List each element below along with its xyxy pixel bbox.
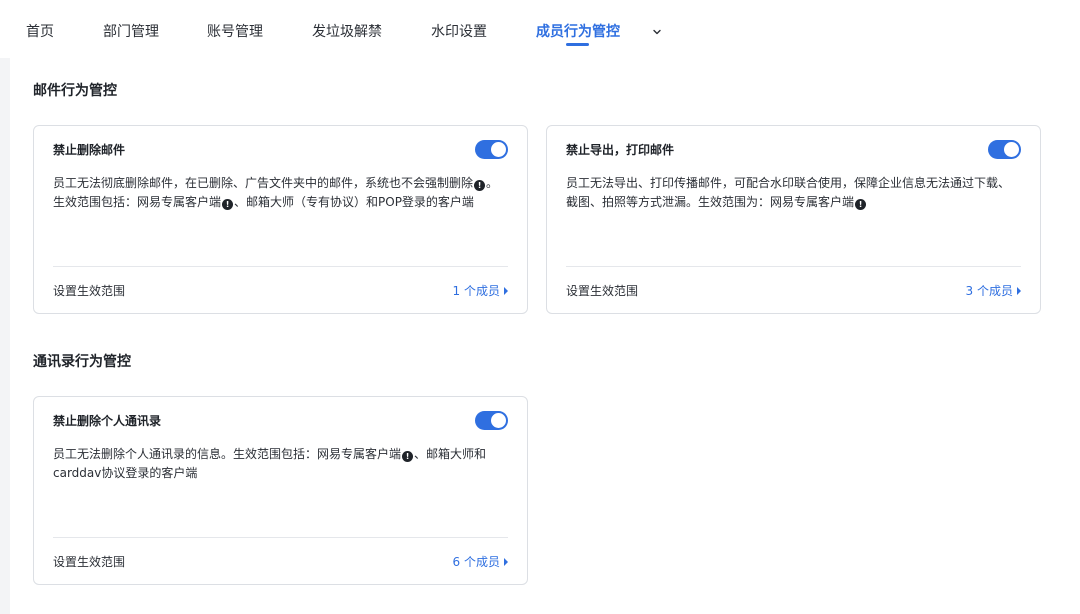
card-description: 员工无法彻底删除邮件，在已删除、广告文件夹中的邮件，系统也不会强制删除! 。生效范… xyxy=(53,176,499,210)
card-divider xyxy=(53,537,508,538)
card-description: 员工无法删除个人通讯录的信息。生效范围包括：网易专属客户端! 、邮箱大师和card… xyxy=(53,447,487,480)
card-prevent-export-print-mail: 禁止导出，打印邮件 员工无法导出、打印传播邮件，可配合水印联合使用，保障企业信息… xyxy=(546,125,1041,314)
tab-spam-unblock[interactable]: 发垃圾解禁 xyxy=(312,23,382,41)
member-count-link[interactable]: 3 个成员 xyxy=(966,283,1021,299)
card-title: 禁止删除个人通讯录 xyxy=(53,414,162,428)
card-prevent-delete-mail: 禁止删除邮件 员工无法彻底删除邮件，在已删除、广告文件夹中的邮件，系统也不会强制… xyxy=(33,125,528,314)
card-title: 禁止导出，打印邮件 xyxy=(566,143,675,157)
toggle-knob xyxy=(1004,142,1019,157)
active-tab-indicator xyxy=(566,43,589,46)
scope-label: 设置生效范围 xyxy=(566,284,639,298)
caret-right-icon xyxy=(504,558,508,566)
info-icon[interactable]: ! xyxy=(855,199,867,210)
card-divider xyxy=(53,266,508,267)
enable-toggle[interactable] xyxy=(475,411,508,430)
chevron-down-icon[interactable] xyxy=(651,26,663,38)
info-icon[interactable]: ! xyxy=(474,180,486,191)
top-nav-bar: 首页 部门管理 账号管理 发垃圾解禁 水印设置 成员行为管控 xyxy=(0,0,1080,58)
enable-toggle[interactable] xyxy=(988,140,1021,159)
caret-right-icon xyxy=(1017,287,1021,295)
card-prevent-delete-contacts: 禁止删除个人通讯录 员工无法删除个人通讯录的信息。生效范围包括：网易专属客户端!… xyxy=(33,396,528,585)
card-description: 员工无法导出、打印传播邮件，可配合水印联合使用，保障企业信息无法通过下载、截图、… xyxy=(566,176,1011,210)
scope-label: 设置生效范围 xyxy=(53,555,126,569)
scope-label: 设置生效范围 xyxy=(53,284,126,298)
toggle-knob xyxy=(491,413,506,428)
caret-right-icon xyxy=(504,287,508,295)
tab-watermark-settings[interactable]: 水印设置 xyxy=(431,23,487,41)
info-icon[interactable]: ! xyxy=(402,451,414,462)
toggle-knob xyxy=(491,142,506,157)
card-title: 禁止删除邮件 xyxy=(53,143,126,157)
tab-department-management[interactable]: 部门管理 xyxy=(103,23,159,41)
member-count-link[interactable]: 6 个成员 xyxy=(453,554,508,570)
member-count-link[interactable]: 1 个成员 xyxy=(453,283,508,299)
tab-account-management[interactable]: 账号管理 xyxy=(207,23,263,41)
enable-toggle[interactable] xyxy=(475,140,508,159)
content-panel: 邮件行为管控 禁止删除邮件 员工无法彻底删除邮件，在已删除、广告文件夹中的邮件，… xyxy=(10,58,1080,614)
tab-home[interactable]: 首页 xyxy=(26,23,54,41)
info-icon[interactable]: ! xyxy=(222,199,234,210)
section-title-contacts-control: 通讯录行为管控 xyxy=(33,354,131,370)
card-divider xyxy=(566,266,1021,267)
tab-member-behavior-control[interactable]: 成员行为管控 xyxy=(536,23,620,41)
section-title-mail-control: 邮件行为管控 xyxy=(33,83,117,99)
